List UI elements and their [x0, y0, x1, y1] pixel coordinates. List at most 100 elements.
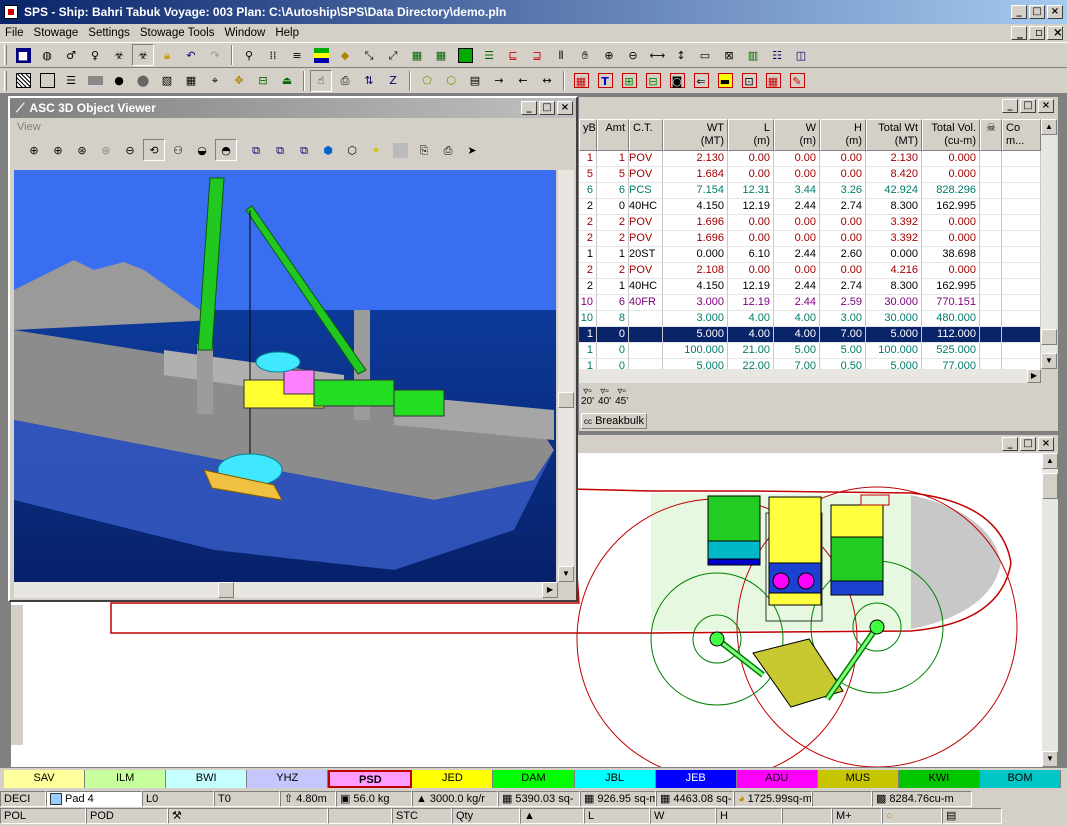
polygon2-icon[interactable]: ⬡	[440, 70, 462, 92]
menu-file[interactable]: File	[0, 27, 29, 39]
size-45-button[interactable]: ▿▫ 45'	[615, 387, 628, 411]
grid-hscrollbar[interactable]: ▶	[579, 369, 1041, 383]
zoom-in-icon[interactable]: ⊕	[23, 139, 45, 161]
fit-horizontal-icon[interactable]: ⟷	[646, 44, 668, 66]
zoom-in-icon[interactable]: ⊕	[598, 44, 620, 66]
port-psd[interactable]: PSD	[328, 770, 413, 788]
polygon-icon[interactable]: ⬠	[416, 70, 438, 92]
copy-icon[interactable]: ⎘	[413, 139, 435, 161]
grid-minimize-button[interactable]: _	[1002, 99, 1018, 113]
table-row[interactable]: 10 8 3.000 4.00 4.00 3.00 30.000 480.000	[579, 311, 1041, 327]
port-adu[interactable]: ADU	[736, 770, 818, 788]
col-total-wt[interactable]: Total Wt (MT)	[866, 119, 922, 151]
cylinder-icon[interactable]: ⬤	[132, 70, 154, 92]
table-row[interactable]: 1 0 100.000 21.00 5.00 5.00 100.000 525.000	[579, 343, 1041, 359]
grid-close-button[interactable]: ×	[1038, 99, 1054, 113]
col-amt[interactable]: Amt	[597, 119, 629, 151]
crane-icon[interactable]: ⏏	[276, 70, 298, 92]
table-row[interactable]: 1 1 20ST 0.000 6.10 2.44 2.60 0.000 38.698	[579, 247, 1041, 263]
viewer-maximize-button[interactable]: □	[539, 101, 555, 115]
mdi-close-button[interactable]: ×	[1047, 26, 1063, 40]
rotate-icon[interactable]: ⟲	[143, 139, 165, 161]
scroll-down-icon[interactable]: ▼	[1041, 353, 1057, 369]
print-icon[interactable]: ⎙	[437, 139, 459, 161]
shade-icon[interactable]	[389, 139, 411, 161]
toolbar-grip[interactable]	[4, 45, 7, 65]
menu-stowage-tools[interactable]: Stowage Tools	[135, 27, 220, 39]
search-icon[interactable]: ⚲	[238, 44, 260, 66]
port-ilm[interactable]: ILM	[85, 770, 167, 788]
light-icon[interactable]: ✦	[365, 139, 387, 161]
cell-icon[interactable]: ⊟	[642, 70, 664, 92]
col-w[interactable]: W (m)	[774, 119, 820, 151]
undo-icon[interactable]: ↶	[180, 44, 202, 66]
wireframe-icon[interactable]: ⬡	[341, 139, 363, 161]
save-icon[interactable]: ■	[12, 44, 34, 66]
table-row[interactable]: 6 6 PCS 7.154 12.31 3.44 3.26 42.924 828.296	[579, 183, 1041, 199]
walk-icon[interactable]: ⚇	[167, 139, 189, 161]
toolbar-grip[interactable]	[4, 70, 7, 91]
deck2-icon[interactable]: ⊒	[526, 44, 548, 66]
col-h[interactable]: H (m)	[820, 119, 866, 151]
close-window-icon[interactable]: ⊠	[718, 44, 740, 66]
menu-help[interactable]: Help	[270, 27, 304, 39]
text-icon[interactable]: T	[594, 70, 616, 92]
table-row[interactable]: 2 2 POV 1.696 0.00 0.00 0.00 3.392 0.000	[579, 215, 1041, 231]
viewer-minimize-button[interactable]: _	[521, 101, 537, 115]
dimension-icon[interactable]: ↔	[536, 70, 558, 92]
status-pad[interactable]: Pad 4	[46, 790, 142, 807]
zoom-all-icon[interactable]: ⊛	[71, 139, 93, 161]
grid2-icon[interactable]: ▦	[430, 44, 452, 66]
view-front-icon[interactable]: ⧉	[245, 139, 267, 161]
viewer-scroll-down-icon[interactable]: ▼	[558, 566, 574, 582]
grid4-icon[interactable]: ⊞	[618, 70, 640, 92]
view-side-icon[interactable]: ⧉	[269, 139, 291, 161]
window-icon[interactable]: ▭	[694, 44, 716, 66]
viewer-scroll-right-icon[interactable]: ▶	[542, 582, 558, 598]
port-jed[interactable]: JED	[412, 770, 494, 788]
list-icon[interactable]: ≡	[286, 44, 308, 66]
view-iso-icon[interactable]: ⬢	[317, 139, 339, 161]
bars-icon[interactable]: ⦀	[550, 44, 572, 66]
pad-icon[interactable]: ◙	[666, 70, 688, 92]
viewer-hscroll-thumb[interactable]	[218, 582, 234, 598]
arrows-icon[interactable]: ⤡	[358, 44, 380, 66]
viewer-close-button[interactable]: ×	[557, 101, 573, 115]
grid-icon[interactable]: ▦	[406, 44, 428, 66]
tool-icon[interactable]: ▬	[714, 70, 736, 92]
edit-icon[interactable]: ✎	[786, 70, 808, 92]
close-button[interactable]: ×	[1047, 5, 1063, 19]
table-row[interactable]: 2 2 POV 2.108 0.00 0.00 0.00 4.216 0.000	[579, 263, 1041, 279]
mdi-restore-button[interactable]: ▫	[1029, 26, 1045, 40]
male-icon[interactable]: ♂	[60, 44, 82, 66]
table2-icon[interactable]: ☷	[766, 44, 788, 66]
table-row[interactable]: 1 0 5.000 4.00 4.00 7.00 5.000 112.000	[579, 327, 1041, 343]
rect-icon[interactable]	[36, 70, 58, 92]
female-icon[interactable]: ♀	[84, 44, 106, 66]
viewer-vscrollbar[interactable]: ▼	[558, 170, 574, 582]
orbit-icon[interactable]: ◓	[215, 139, 237, 161]
fit-vertical-icon[interactable]: ↕	[670, 44, 692, 66]
col-l[interactable]: L (m)	[728, 119, 774, 151]
plan-scroll-down-icon[interactable]: ▼	[1042, 751, 1058, 767]
hatch2-icon[interactable]: ▧	[156, 70, 178, 92]
col-hazard[interactable]: ☠	[980, 119, 1002, 151]
scroll-up-icon[interactable]: ▲	[1041, 119, 1057, 135]
zoom-window-icon[interactable]: ⊕	[47, 139, 69, 161]
table-row[interactable]: 2 0 40HC 4.150 12.19 2.44 2.74 8.300 162.995	[579, 199, 1041, 215]
columns-icon[interactable]: ⁞⁞	[262, 44, 284, 66]
biohazard-toggle-icon[interactable]: ☣	[132, 44, 154, 66]
col-ct[interactable]: C.T.	[629, 119, 663, 151]
minimize-button[interactable]: _	[1011, 5, 1027, 19]
zoom-out-icon[interactable]: ⊖	[119, 139, 141, 161]
plan-close-button[interactable]: ×	[1038, 437, 1054, 451]
list2-icon[interactable]: ☰	[60, 70, 82, 92]
col-wt[interactable]: WT (MT)	[663, 119, 728, 151]
globe-icon[interactable]: ◍	[36, 44, 58, 66]
plan-vscrollbar[interactable]: ▲ ▼	[1042, 453, 1058, 767]
biohazard-icon[interactable]: ☣	[108, 44, 130, 66]
select-pointer-icon[interactable]: ➤	[461, 139, 483, 161]
mdi-minimize-button[interactable]: _	[1011, 26, 1027, 40]
notes-icon[interactable]: ▤	[464, 70, 486, 92]
port-bom[interactable]: BOM	[979, 770, 1062, 788]
